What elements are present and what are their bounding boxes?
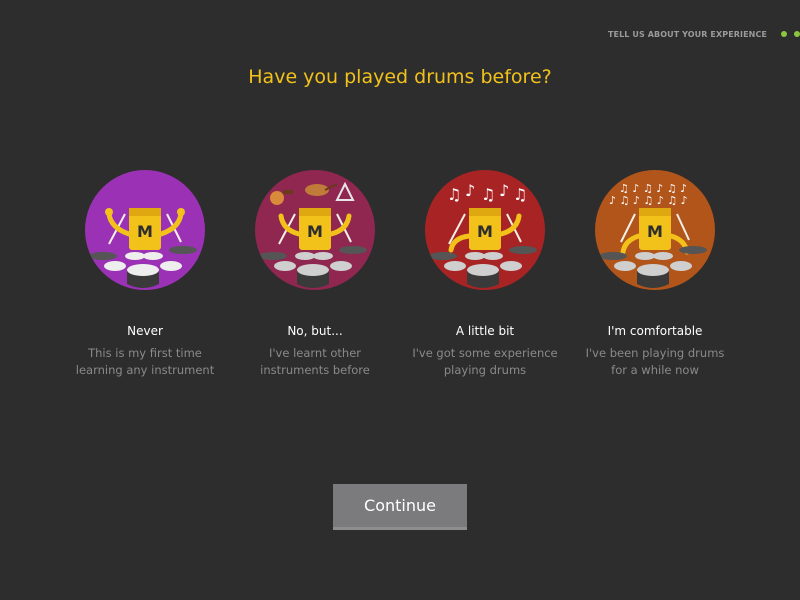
option-description-line: playing drums	[443, 363, 527, 377]
option-description-line: learning any instrument	[75, 363, 215, 377]
option-description: I've learnt other instruments before	[230, 345, 400, 379]
svg-text:♪ ♫ ♪ ♫ ♪ ♫ ♪: ♪ ♫ ♪ ♫ ♪ ♫ ♪	[609, 194, 688, 207]
option-description-line: This is my first time	[88, 346, 202, 360]
option-title: A little bit	[455, 324, 515, 338]
step-label: TELL US ABOUT YOUR EXPERIENCE	[607, 29, 767, 39]
svg-text:♪: ♪	[499, 181, 509, 200]
option-description: I've been playing drums for a while now	[570, 345, 740, 379]
option-description-line: I've learnt other	[268, 346, 362, 360]
svg-text:♫: ♫	[447, 185, 461, 204]
continue-button[interactable]: Continue	[333, 484, 467, 530]
mascot-letter: M	[477, 222, 493, 241]
question-title: Have you played drums before?	[248, 66, 552, 88]
progress-dot	[794, 31, 800, 37]
option-title: Never	[127, 324, 163, 338]
option-a-little-bit[interactable]: ♫ ♪ ♫ ♪ ♫ M A little bit I've got some e…	[400, 170, 570, 379]
option-description-line: I've been playing drums	[585, 346, 725, 360]
drummer-mascot-with-instruments-icon: M	[255, 170, 375, 290]
svg-text:♫: ♫	[481, 185, 495, 204]
drummer-mascot-with-many-notes-icon: ♫ ♪ ♫ ♪ ♫ ♪ ♪ ♫ ♪ ♫ ♪ ♫ ♪ M	[595, 170, 715, 290]
option-description: I've got some experience playing drums	[400, 345, 570, 379]
option-description-line: for a while now	[611, 363, 699, 377]
mascot-letter: M	[307, 222, 323, 241]
option-description-line: instruments before	[260, 363, 370, 377]
mascot-letter: M	[137, 222, 153, 241]
drummer-mascot-with-notes-icon: ♫ ♪ ♫ ♪ ♫ M	[425, 170, 545, 290]
option-never[interactable]: M Never This is my first time learning a…	[60, 170, 230, 379]
option-description: This is my first time learning any instr…	[60, 345, 230, 379]
option-description-line: I've got some experience	[412, 346, 558, 360]
option-no-but[interactable]: M No, but... I've learnt other instrumen…	[230, 170, 400, 379]
option-title: I'm comfortable	[607, 324, 703, 338]
progress-header: TELL US ABOUT YOUR EXPERIENCE	[608, 27, 800, 41]
option-comfortable[interactable]: ♫ ♪ ♫ ♪ ♫ ♪ ♪ ♫ ♪ ♫ ♪ ♫ ♪ M I'm comforta…	[570, 170, 740, 379]
experience-options: M Never This is my first time learning a…	[60, 170, 740, 379]
drummer-mascot-icon: M	[85, 170, 205, 290]
svg-text:♪: ♪	[465, 181, 475, 200]
mascot-letter: M	[647, 222, 663, 241]
option-title: No, but...	[287, 324, 343, 338]
svg-text:♫: ♫	[513, 185, 527, 204]
progress-dots	[781, 31, 800, 37]
progress-dot	[781, 31, 787, 37]
